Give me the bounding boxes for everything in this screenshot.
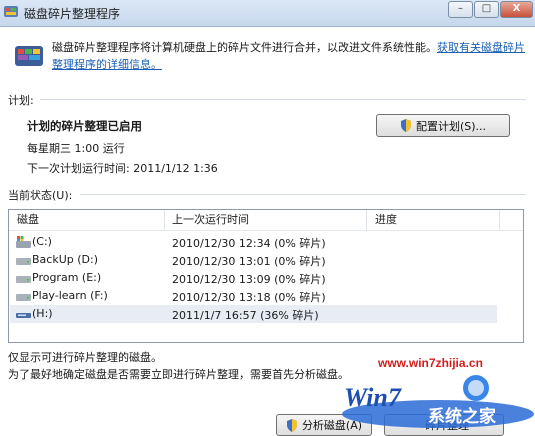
schedule-frequency: 每星期三 1:00 运行 (27, 142, 125, 155)
header-description: 磁盘碎片整理程序将计算机硬盘上的碎片文件进行合并，以改进文件系统性能。获取有关磁… (52, 39, 530, 73)
column-header-disk[interactable]: 磁盘 (17, 210, 39, 230)
column-divider[interactable] (164, 210, 165, 230)
watermark-url: www.win7zhijia.cn (378, 356, 483, 370)
watermark-brand: 系统之家 (428, 406, 496, 427)
disk-list[interactable]: 磁盘 上一次运行时间 进度 (C:) 2010/12/30 12:34 (0% … (8, 209, 524, 343)
watermark-logo-text: Win7 (344, 383, 402, 412)
hard-drive-icon (16, 258, 31, 265)
disk-row[interactable]: (C:) 2010/12/30 12:34 (0% 碎片) (10, 233, 497, 251)
disk-name: Play-learn (F:) (32, 289, 108, 302)
disk-row[interactable]: Program (E:) 2010/12/30 13:09 (0% 碎片) (10, 269, 497, 287)
minimize-icon: – (458, 3, 463, 14)
header-rule (9, 230, 523, 231)
watermark-graphic: Win7 系统之家 (342, 375, 534, 428)
disk-row[interactable]: BackUp (D:) 2010/12/30 13:01 (0% 碎片) (10, 251, 497, 269)
disk-name: (H:) (32, 307, 53, 320)
close-icon: X (512, 3, 521, 14)
disk-row[interactable]: Play-learn (F:) 2010/12/30 13:18 (0% 碎片) (10, 287, 497, 305)
removable-drive-icon (16, 313, 31, 318)
footer-note-analyze: 为了最好地确定磁盘是否需要立即进行碎片整理，需要首先分析磁盘。 (8, 368, 349, 381)
window-title: 磁盘碎片整理程序 (24, 7, 121, 21)
hard-drive-icon (16, 276, 31, 283)
uac-shield-icon (400, 119, 411, 132)
maximize-button[interactable]: □ (474, 1, 499, 18)
disk-row-selected[interactable]: (H:) 2011/1/7 16:57 (36% 碎片) (10, 305, 497, 323)
column-header-progress[interactable]: 进度 (375, 210, 397, 230)
uac-shield-icon (286, 418, 297, 432)
hard-drive-icon (16, 294, 31, 301)
disk-name: Program (E:) (32, 271, 102, 284)
schedule-status-title: 计划的碎片整理已启用 (27, 119, 142, 133)
defrag-app-icon (4, 6, 18, 17)
close-button[interactable]: X (500, 1, 533, 18)
minimize-button[interactable]: – (448, 1, 473, 18)
disk-name: (C:) (32, 235, 52, 248)
title-bar[interactable]: 磁盘碎片整理程序 – □ X (0, 0, 535, 27)
current-status-label: 当前状态(U): (8, 189, 73, 202)
schedule-section-label: 计划: (8, 94, 34, 107)
configure-schedule-button[interactable]: 配置计划(S)... (376, 114, 510, 137)
system-drive-icon (16, 236, 31, 248)
disk-name: BackUp (D:) (32, 253, 98, 266)
disk-last-run: 2010/12/30 13:09 (0% 碎片) (172, 273, 326, 286)
disk-last-run: 2011/1/7 16:57 (36% 碎片) (172, 309, 319, 322)
disk-last-run: 2010/12/30 13:18 (0% 碎片) (172, 291, 326, 304)
schedule-next-run: 下一次计划运行时间: 2011/1/12 1:36 (27, 162, 218, 175)
description-text: 磁盘碎片整理程序将计算机硬盘上的碎片文件进行合并，以改进文件系统性能。 (52, 41, 437, 54)
maximize-icon: □ (481, 3, 492, 14)
footer-note-defraggable: 仅显示可进行碎片整理的磁盘。 (8, 351, 162, 364)
column-divider[interactable] (366, 210, 367, 230)
watermark-logo: Win7 系统之家 (338, 372, 535, 432)
column-divider[interactable] (499, 210, 500, 230)
status-divider (80, 194, 526, 195)
disk-last-run: 2010/12/30 13:01 (0% 碎片) (172, 255, 326, 268)
schedule-divider (40, 99, 526, 100)
configure-schedule-label: 配置计划(S)... (415, 119, 487, 133)
disk-last-run: 2010/12/30 12:34 (0% 碎片) (172, 237, 326, 250)
defrag-header-icon (15, 46, 43, 66)
column-header-last-run[interactable]: 上一次运行时间 (172, 210, 249, 230)
